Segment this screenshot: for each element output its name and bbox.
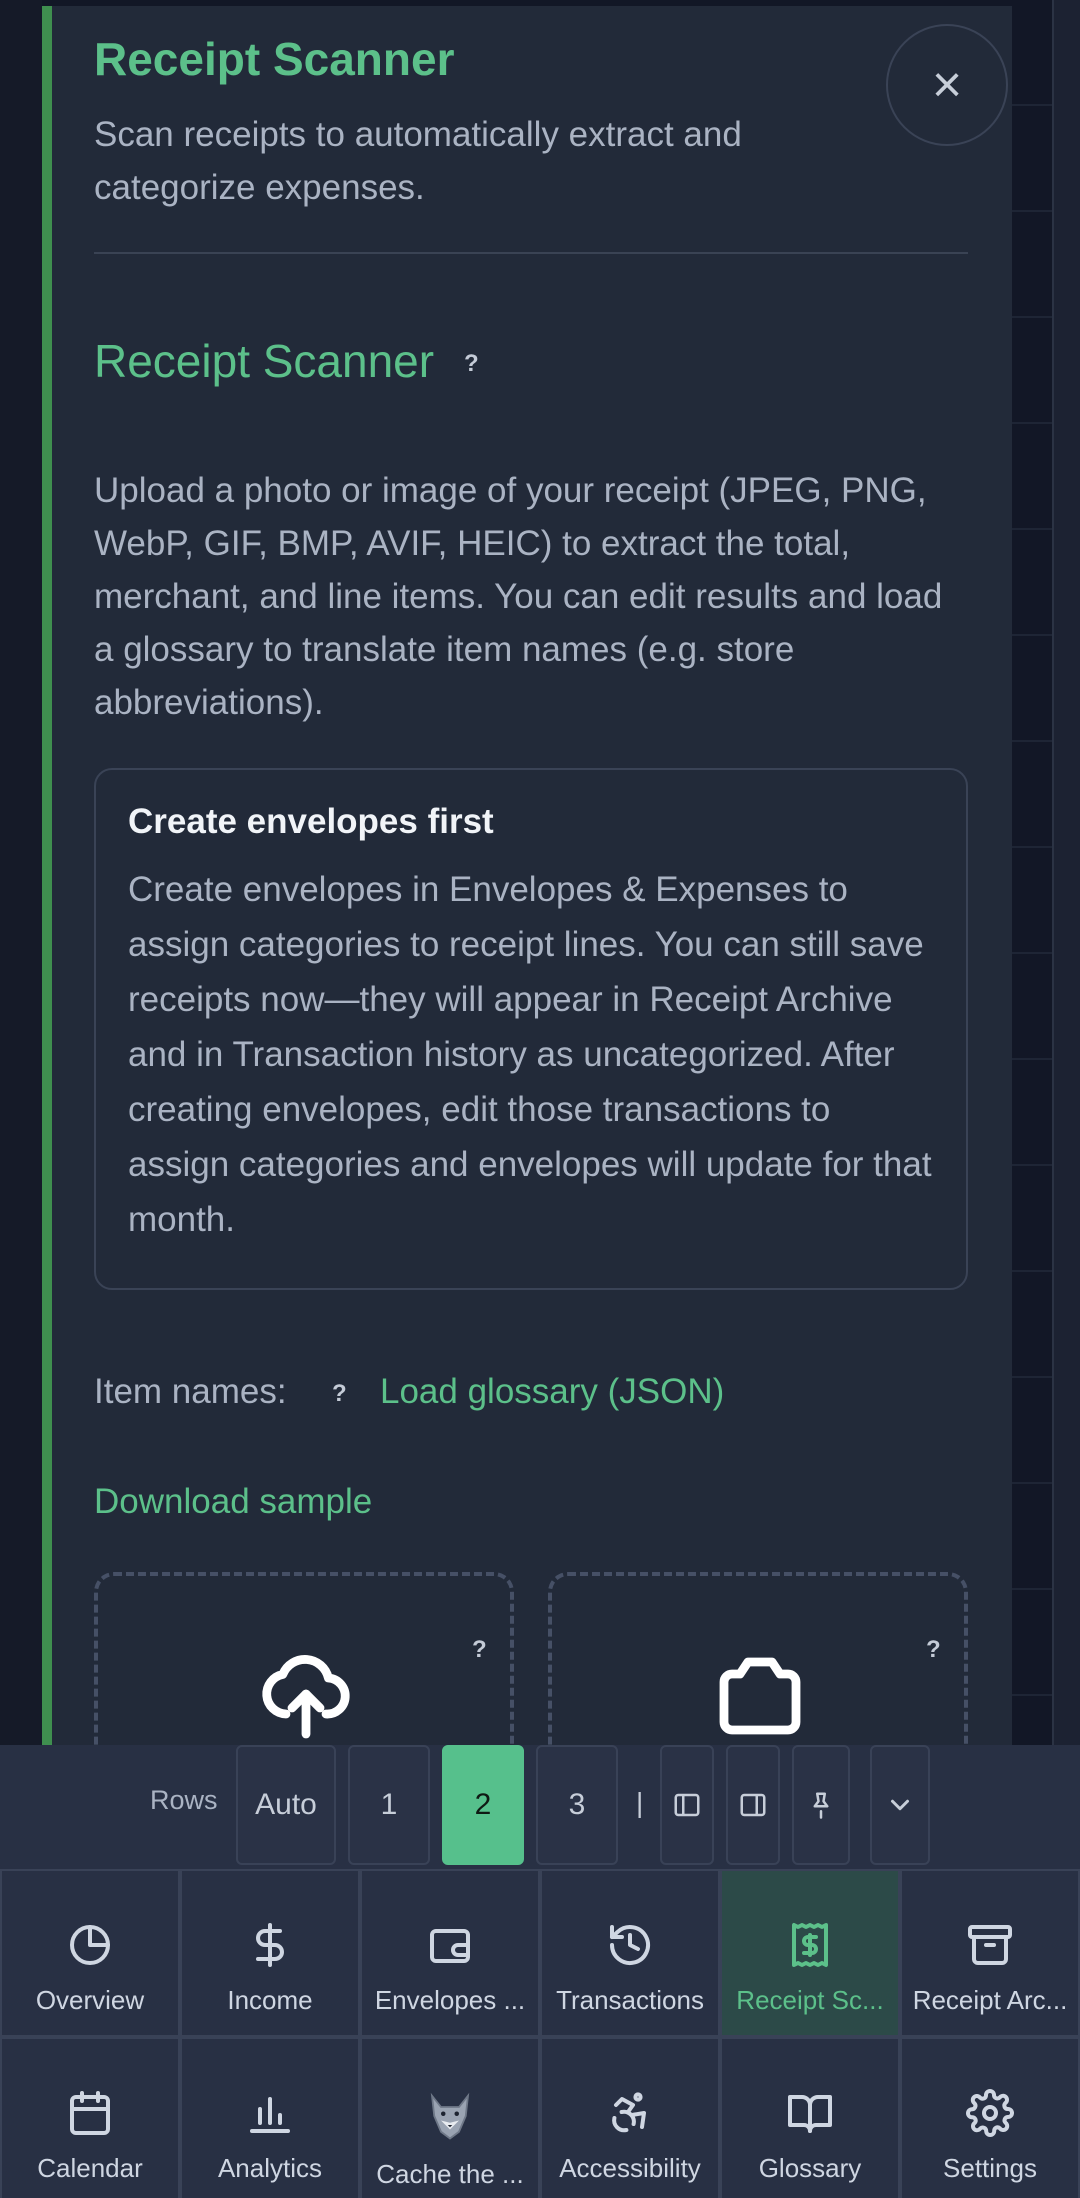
history-icon bbox=[610, 1925, 650, 1966]
rows-separator: | bbox=[636, 1787, 644, 1818]
nav-item-transactions[interactable]: Transactions bbox=[540, 1869, 720, 2037]
rows-label: Rows bbox=[150, 1785, 218, 1815]
receipt-scanner-dialog: Receipt Scanner Scan receipts to automat… bbox=[42, 6, 1012, 1745]
download-sample-link[interactable]: Download sample bbox=[94, 1482, 372, 1522]
load-glossary-link[interactable]: Load glossary (JSON) bbox=[380, 1372, 724, 1412]
section-description: Upload a photo or image of your receipt … bbox=[94, 471, 943, 722]
nav-item-label: Glossary bbox=[758, 2153, 862, 2183]
camera-icon bbox=[719, 1657, 801, 1735]
dollar-icon bbox=[256, 1923, 284, 1967]
receipt-icon bbox=[792, 1923, 828, 1967]
rows-option-3[interactable]: 3 bbox=[536, 1745, 618, 1865]
camera-dropzone[interactable]: ? bbox=[548, 1572, 968, 1745]
nav-item-label: Transactions bbox=[556, 1985, 704, 2015]
nav-item-label: Envelopes ... bbox=[374, 1985, 526, 2015]
rows-toolbar: Rows Auto 1 2 3 | bbox=[0, 1745, 1080, 1869]
nav-item-receipt-archive[interactable]: Receipt Arc... bbox=[900, 1869, 1080, 2037]
section-help-icon[interactable]: ? bbox=[464, 350, 479, 378]
gear-icon bbox=[966, 2089, 1014, 2137]
panel-left-icon bbox=[674, 1793, 700, 1817]
header-divider bbox=[94, 252, 968, 254]
camera-help-icon[interactable]: ? bbox=[926, 1636, 941, 1664]
nav-item-cache-the[interactable]: Cache the ... bbox=[360, 2037, 540, 2198]
create-envelopes-notice: Create envelopes first Create envelopes … bbox=[94, 768, 968, 1290]
nav-item-analytics[interactable]: Analytics bbox=[180, 2037, 360, 2198]
nav-item-glossary[interactable]: Glossary bbox=[720, 2037, 900, 2198]
nav-item-label: Settings bbox=[943, 2153, 1037, 2183]
bottom-navigation: Overview Income Envelopes ... Transactio… bbox=[0, 1869, 1080, 2198]
item-names-help-icon[interactable]: ? bbox=[332, 1380, 347, 1408]
nav-item-label: Cache the ... bbox=[376, 2159, 524, 2189]
sidebar-right-button[interactable] bbox=[726, 1745, 780, 1865]
rows-option-1[interactable]: 1 bbox=[348, 1745, 430, 1865]
left-backdrop bbox=[0, 0, 42, 1745]
close-button[interactable]: × bbox=[886, 24, 1008, 146]
panel-right-icon bbox=[740, 1793, 766, 1817]
sidebar-left-button[interactable] bbox=[660, 1745, 714, 1865]
nav-item-label: Receipt Sc... bbox=[736, 1985, 884, 2015]
nav-item-calendar[interactable]: Calendar bbox=[0, 2037, 180, 2198]
book-icon bbox=[788, 2095, 832, 2133]
chevron-down-icon bbox=[891, 1799, 909, 1811]
pin-button[interactable] bbox=[792, 1745, 850, 1865]
bar-chart-icon bbox=[250, 2097, 290, 2133]
rows-option-2[interactable]: 2 bbox=[442, 1745, 524, 1865]
upload-help-icon[interactable]: ? bbox=[472, 1636, 487, 1664]
pie-chart-icon bbox=[70, 1925, 110, 1965]
close-icon: × bbox=[931, 56, 963, 114]
nav-item-label: Overview bbox=[35, 1985, 145, 2015]
nav-item-label: Accessibility bbox=[559, 2153, 701, 2183]
notice-title: Create envelopes first bbox=[128, 802, 494, 841]
cloud-upload-icon bbox=[262, 1655, 350, 1739]
nav-item-accessibility[interactable]: Accessibility bbox=[540, 2037, 720, 2198]
nav-item-label: Receipt Arc... bbox=[912, 1985, 1068, 2015]
upload-dropzone[interactable]: ? bbox=[94, 1572, 514, 1745]
dialog-title: Receipt Scanner bbox=[94, 33, 455, 85]
nav-item-label: Analytics bbox=[217, 2153, 323, 2183]
pin-icon bbox=[813, 1792, 829, 1819]
accessibility-icon bbox=[612, 2092, 646, 2133]
dialog-subtitle: Scan receipts to automatically extract a… bbox=[94, 115, 742, 207]
section-title: Receipt Scanner bbox=[94, 335, 435, 387]
nav-item-overview[interactable]: Overview bbox=[0, 1869, 180, 2037]
wallet-icon bbox=[430, 1929, 470, 1963]
wolf-icon bbox=[430, 2092, 470, 2140]
scrollbar-track[interactable] bbox=[1052, 0, 1080, 1745]
nav-item-settings[interactable]: Settings bbox=[900, 2037, 1080, 2198]
item-names-label: Item names: bbox=[94, 1372, 287, 1411]
collapse-button[interactable] bbox=[870, 1745, 930, 1865]
nav-item-label: Calendar bbox=[37, 2153, 143, 2183]
nav-item-envelopes[interactable]: Envelopes ... bbox=[360, 1869, 540, 2037]
calendar-icon bbox=[70, 2091, 110, 2135]
nav-item-income[interactable]: Income bbox=[180, 1869, 360, 2037]
notice-body: Create envelopes in Envelopes & Expenses… bbox=[128, 870, 932, 1239]
nav-item-label: Income bbox=[227, 1985, 313, 2015]
archive-icon bbox=[968, 1925, 1012, 1965]
nav-item-receipt-scanner[interactable]: Receipt Sc... bbox=[720, 1869, 900, 2037]
rows-option-auto[interactable]: Auto bbox=[236, 1745, 336, 1865]
